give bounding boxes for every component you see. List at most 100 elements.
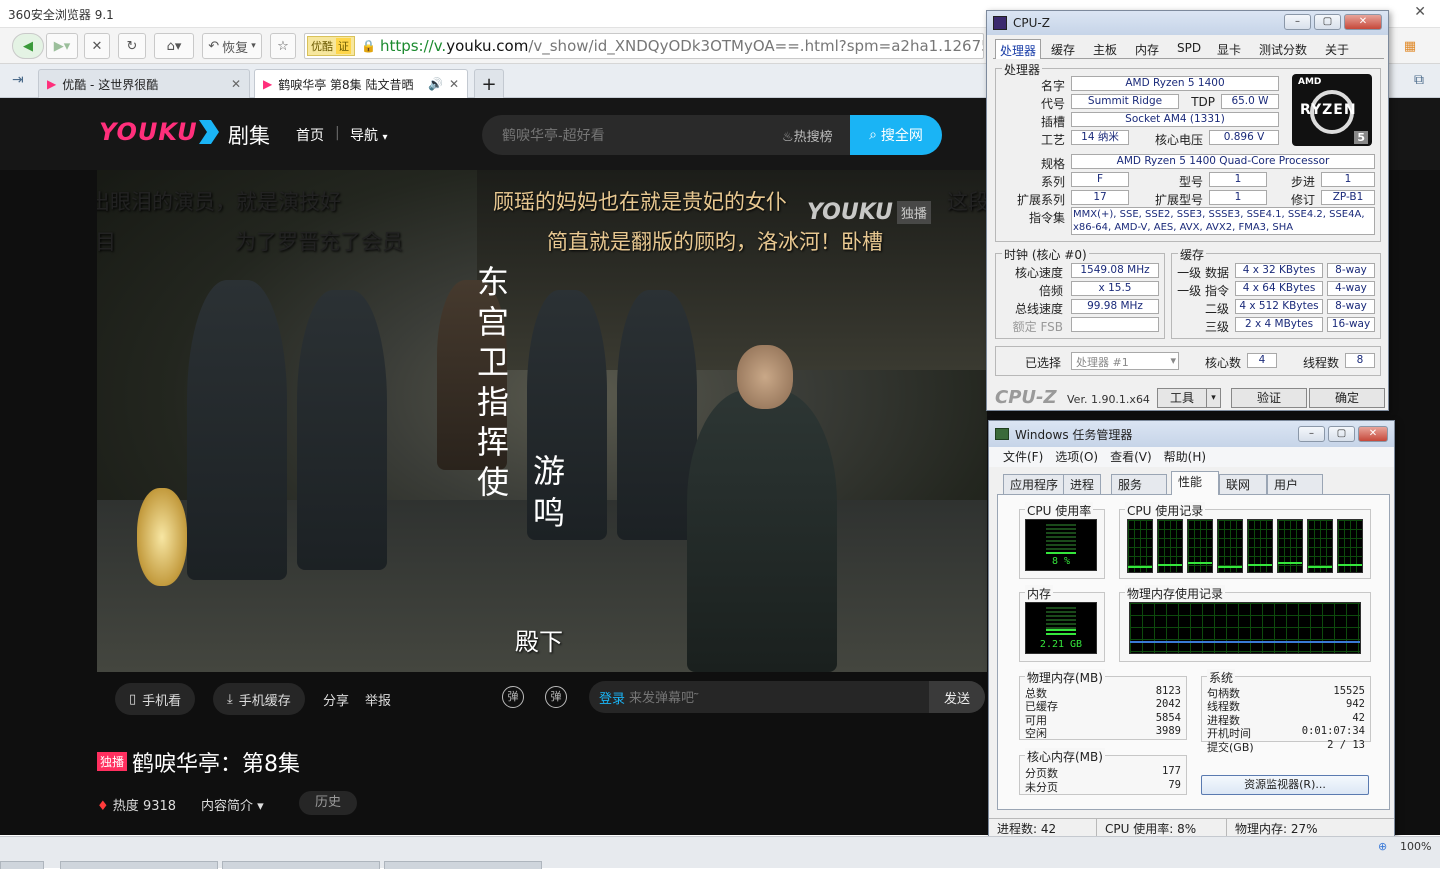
exclusive-badge: 独播	[97, 752, 128, 771]
tools-button[interactable]: 工具 ▾	[1157, 388, 1221, 408]
refresh-icon[interactable]: ↻	[118, 33, 146, 59]
technology-label: 工艺	[1040, 133, 1065, 147]
zoom-level[interactable]: 100%	[1400, 840, 1431, 853]
spec-label: 规格	[1040, 157, 1065, 171]
danmaku-comment: 为了罗晋充了会员	[235, 230, 403, 254]
hot-search-link[interactable]: ♨热搜榜	[782, 126, 833, 145]
l1-inst-label: 一级 指令	[1177, 284, 1229, 298]
maximize-icon[interactable]: ▢	[1314, 14, 1341, 30]
phone-icon: ▯	[129, 691, 137, 707]
tab-mainboard[interactable]: 主板	[1089, 39, 1121, 59]
cpu-core-graph	[1217, 519, 1243, 573]
login-link[interactable]: 登录	[599, 688, 625, 707]
forward-icon[interactable]: ▶▾	[46, 33, 78, 59]
search-input[interactable]	[482, 115, 772, 155]
tab-bench[interactable]: 测试分数	[1255, 39, 1311, 59]
tab-youku-home[interactable]: ▶ 优酷 - 这世界很酷 ✕	[38, 69, 250, 98]
stat-value: 2042	[1155, 698, 1181, 710]
restore-button[interactable]: ↶ 恢复 ▾	[202, 33, 262, 59]
speaker-icon[interactable]: 🔊	[428, 77, 443, 91]
nav-home[interactable]: 首页	[296, 125, 324, 145]
url-host: youku.com	[446, 37, 529, 55]
close-icon[interactable]: ✕	[1414, 4, 1426, 20]
spec-value: AMD Ryzen 5 1400 Quad-Core Processor	[1071, 154, 1375, 169]
maximize-icon[interactable]: ▢	[1328, 426, 1355, 442]
sidebar-toggle-icon[interactable]: ⇥	[12, 72, 24, 88]
cpu-core-graph	[1247, 519, 1273, 573]
stat-label: 线程数	[1207, 700, 1240, 713]
nav-divider: |	[335, 125, 340, 141]
danmaku-comment: 目	[97, 230, 116, 254]
stop-icon[interactable]: ✕	[84, 33, 110, 59]
video-player[interactable]: 出眼泪的演员，就是演技好 顾瑶的妈妈也在就是贵妃的女仆 这段 目 为了罗晋充了会…	[97, 170, 987, 672]
danmaku-settings-icon[interactable]: 弹	[545, 686, 567, 708]
tab-networking[interactable]: 联网	[1219, 474, 1267, 494]
tab-performance[interactable]: 性能	[1171, 471, 1219, 495]
hot-search-label: 热搜榜	[793, 130, 833, 145]
cpu-core-line	[1128, 566, 1152, 568]
tab-processes[interactable]: 进程	[1063, 474, 1102, 494]
address-bar[interactable]: 优酷证 🔒 https://v. youku.com/v_show/id_XNDQ…	[304, 33, 984, 59]
tab-graphics[interactable]: 显卡	[1213, 39, 1245, 59]
tab-about[interactable]: 关于	[1321, 39, 1353, 59]
minimize-icon[interactable]: –	[1284, 14, 1311, 30]
menu-file[interactable]: 文件(F)	[1003, 447, 1043, 467]
tab-applications[interactable]: 应用程序	[1003, 474, 1066, 494]
stat-label: 已缓存	[1025, 700, 1058, 713]
tab-spd[interactable]: SPD	[1173, 39, 1205, 59]
processor-select[interactable]: 处理器 #1 ▾	[1071, 352, 1179, 370]
youku-logo[interactable]: YOUKU	[99, 118, 198, 146]
home-icon[interactable]: ⌂▾	[154, 33, 194, 59]
intro-toggle[interactable]: 内容简介 ▾	[201, 795, 264, 814]
stat-value: 79	[1168, 779, 1181, 791]
send-danmaku-button[interactable]: 发送	[929, 681, 985, 713]
history-button[interactable]: 历史	[299, 791, 357, 815]
undo-icon: ↶	[208, 38, 220, 54]
back-icon[interactable]: ◀	[12, 33, 44, 59]
tab-processor[interactable]: 处理器	[995, 39, 1042, 59]
tab-users[interactable]: 用户	[1267, 474, 1323, 494]
phone-cache-button[interactable]: ⤓ 手机缓存	[213, 683, 305, 715]
ok-button[interactable]: 确定	[1309, 388, 1385, 408]
cpu-meter-bars	[1046, 524, 1076, 554]
watch-on-phone-button[interactable]: ▯ 手机看	[115, 683, 196, 715]
close-icon[interactable]: ✕	[1358, 426, 1388, 442]
tab-services[interactable]: 服务	[1111, 474, 1167, 494]
new-tab-button[interactable]: +	[474, 69, 504, 98]
multiplier-value: x 15.5	[1071, 281, 1159, 296]
window-restore-icon[interactable]: ⧉	[1414, 72, 1424, 88]
menu-help[interactable]: 帮助(H)	[1164, 447, 1206, 467]
tab-close-icon[interactable]: ✕	[231, 77, 241, 91]
report-link[interactable]: 举报	[365, 690, 391, 709]
tab-episode[interactable]: ▶ 鹤唳华亭 第8集 陆文昔晒 🔊 ✕	[254, 69, 468, 98]
tab-close-icon[interactable]: ✕	[449, 77, 459, 91]
close-icon[interactable]: ✕	[1344, 14, 1382, 30]
group-label: 时钟 (核心 #0)	[1002, 246, 1089, 263]
nav-guide[interactable]: 导航 ▾	[350, 125, 387, 145]
system-rows: 句柄数 15525 线程数 942 进程数 42 开机时间 0:01:07:34 提交(…	[1201, 685, 1371, 755]
danmaku-toggle-icon[interactable]: 弹	[502, 686, 524, 708]
search-button[interactable]: ⌕ 搜全网	[850, 115, 942, 155]
minimize-icon[interactable]: –	[1298, 426, 1325, 442]
cores-label: 核心数	[1204, 356, 1241, 370]
heat-label: 热度	[112, 799, 139, 814]
tab-memory[interactable]: 内存	[1131, 39, 1163, 59]
l1-data-assoc: 8-way	[1327, 263, 1375, 278]
ext-family-label: 扩展系列	[1016, 193, 1065, 207]
resource-monitor-button[interactable]: 资源监视器(R)...	[1201, 775, 1369, 795]
menu-view[interactable]: 查看(V)	[1110, 447, 1152, 467]
apps-icon[interactable]: ▦	[1396, 33, 1424, 59]
guard-figure	[617, 290, 697, 540]
cpu-core-graph	[1277, 519, 1303, 573]
chevron-down-icon: ▾	[257, 799, 264, 814]
tab-cache[interactable]: 缓存	[1047, 39, 1079, 59]
danmaku-input[interactable]	[629, 681, 929, 713]
star-icon[interactable]: ☆	[270, 33, 296, 59]
menu-options[interactable]: 选项(O)	[1055, 447, 1098, 467]
cpu-core-line	[1308, 566, 1332, 568]
validate-button[interactable]: 验证	[1231, 388, 1307, 408]
share-link[interactable]: 分享	[323, 690, 349, 709]
cpu-core-line	[1158, 564, 1182, 566]
physical-memory-rows: 总数 8123 已缓存 2042 可用 5854 空闲 3989	[1019, 685, 1187, 741]
danmaku-comment: 顾瑶的妈妈也在就是贵妃的女仆	[493, 190, 787, 214]
